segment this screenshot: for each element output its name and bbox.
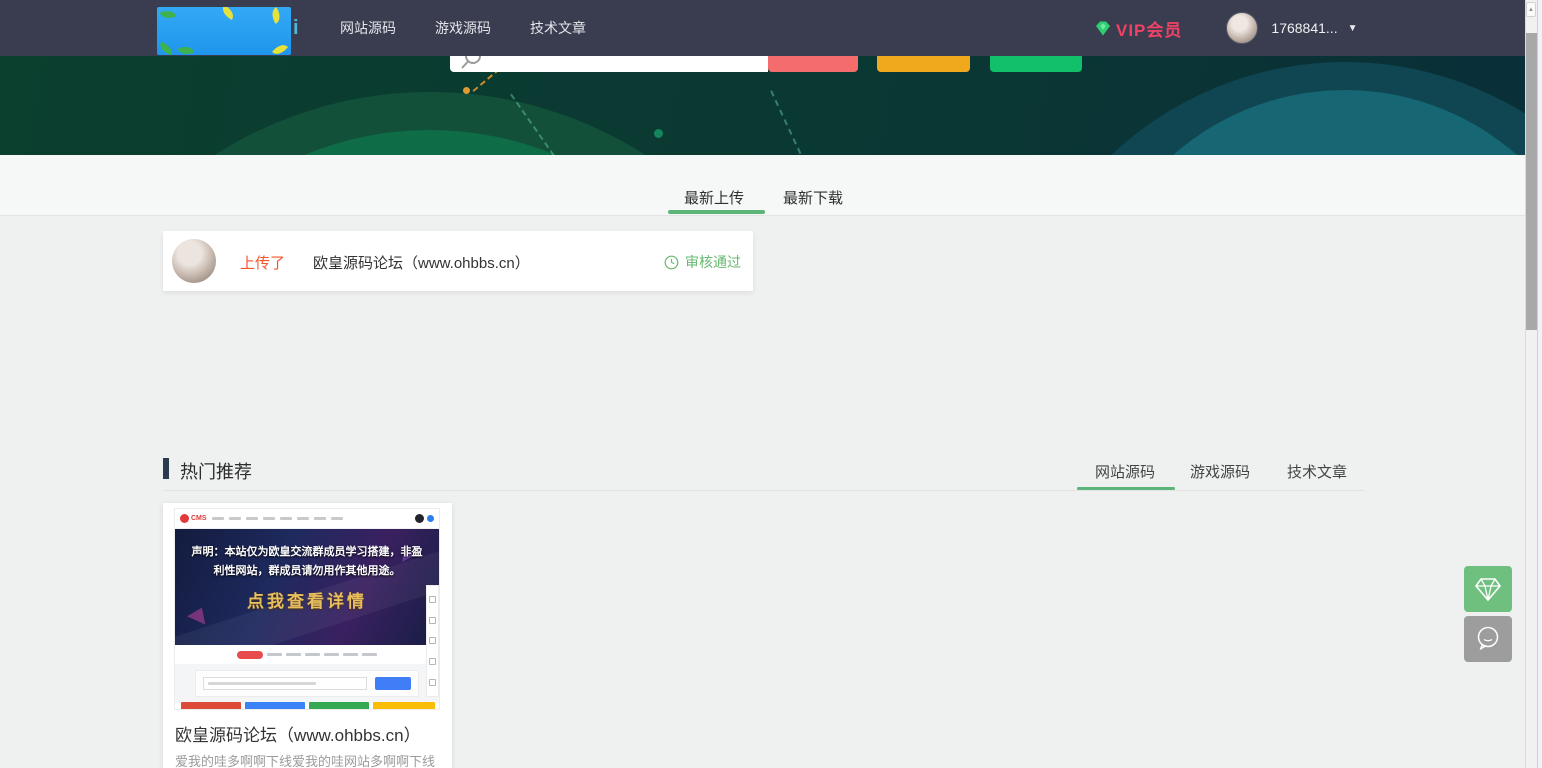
review-status-label: 审核通过 [685, 252, 741, 272]
thumb-navlink [280, 517, 292, 520]
recommendation-card[interactable]: CMS 声明：本站仅为欧皇交流群成员学习搭建，非盈利性网站，群成员请勿用作其他用… [163, 503, 452, 768]
thumb-hot-badge [237, 651, 263, 659]
thumb-avatar-icon [415, 514, 424, 523]
leaf-decoration [272, 41, 288, 55]
thumb-bar-red [181, 702, 241, 710]
thumb-qq-icon [427, 515, 434, 522]
thumb-navlink [263, 517, 275, 520]
upload-title[interactable]: 欧皇源码论坛（www.ohbbs.cn） [313, 252, 530, 273]
thumb-navlink [246, 517, 258, 520]
uploader-avatar [172, 239, 216, 283]
thumb-link [362, 653, 377, 656]
hot-tab-tech-articles[interactable]: 技术文章 [1287, 461, 1347, 482]
user-avatar[interactable] [1226, 12, 1258, 44]
thumb-nav-icons [415, 514, 434, 523]
hot-tab-website-source[interactable]: 网站源码 [1095, 461, 1155, 482]
thumb-navlink [229, 517, 241, 520]
hot-section-title: 热门推荐 [180, 458, 252, 484]
chat-float-button[interactable] [1464, 616, 1512, 662]
hero-yellow-button[interactable] [877, 56, 970, 72]
thumb-navlink [314, 517, 326, 520]
chat-icon [1473, 624, 1503, 654]
leaf-decoration [178, 44, 194, 55]
thumb-banner-text: 声明：本站仅为欧皇交流群成员学习搭建，非盈利性网站，群成员请勿用作其他用途。 [175, 543, 439, 580]
window-edge [1537, 0, 1542, 768]
thumb-link [324, 653, 339, 656]
diamond-icon [1472, 574, 1504, 604]
thumb-link [343, 653, 358, 656]
leaf-decoration [160, 8, 176, 21]
hero-green-button[interactable] [990, 56, 1082, 72]
hero-banner [0, 56, 1528, 155]
feed-tabstrip: 最新上传 最新下载 [0, 155, 1528, 216]
thumb-bar-green [309, 702, 369, 710]
section-divider [163, 490, 1365, 491]
leaf-decoration [269, 7, 284, 24]
thumb-side-toolbar [426, 585, 439, 697]
nav-item-website-source[interactable]: 网站源码 [340, 18, 396, 38]
dot-decoration [463, 87, 470, 94]
upload-action-label: 上传了 [240, 252, 285, 273]
thumb-search-button [375, 677, 411, 690]
hot-section-header: 热门推荐 网站源码 游戏源码 技术文章 [163, 450, 1365, 490]
feed-list-item[interactable]: 上传了 欧皇源码论坛（www.ohbbs.cn） 审核通过 [163, 231, 753, 291]
vip-label: VIP会员 [1116, 16, 1182, 41]
dashed-line-decoration [770, 90, 806, 155]
thumb-bar-blue [245, 702, 305, 710]
header-right: VIP会员 1768841... ▼ [1093, 0, 1357, 56]
leaf-decoration [220, 7, 237, 20]
nav-item-tech-articles[interactable]: 技术文章 [530, 18, 586, 38]
thumb-bar-yellow [373, 702, 435, 710]
thumb-category-bars [181, 702, 435, 710]
vip-link[interactable]: VIP会员 [1093, 16, 1182, 41]
thumb-link [286, 653, 301, 656]
main-nav: 网站源码 游戏源码 技术文章 [340, 0, 586, 56]
username-label[interactable]: 1768841... [1271, 20, 1337, 36]
top-header: i 网站源码 游戏源码 技术文章 VIP会员 1768841... ▼ [0, 0, 1528, 56]
section-title-bar [163, 458, 169, 479]
hot-tab-game-source[interactable]: 游戏源码 [1190, 461, 1250, 482]
thumb-navbar: CMS [175, 509, 439, 529]
thumb-navlink [331, 517, 343, 520]
search-icon [458, 56, 484, 72]
review-status-badge: 审核通过 [664, 252, 741, 272]
vip-float-button[interactable] [1464, 566, 1512, 612]
thumb-navlink [212, 517, 224, 520]
clock-icon [664, 255, 679, 270]
card-description: 爱我的哇多啊啊下线爱我的哇网站多啊啊下线 [175, 751, 435, 768]
thumb-logo-text: CMS [191, 515, 207, 522]
leaf-decoration [158, 42, 174, 55]
thumb-banner: 声明：本站仅为欧皇交流群成员学习搭建，非盈利性网站，群成员请勿用作其他用途。 点… [175, 529, 439, 645]
site-logo[interactable] [157, 7, 291, 55]
active-tab-underline [668, 210, 765, 214]
dot-decoration [654, 129, 663, 138]
thumb-navlink [297, 517, 309, 520]
site-thumbnail[interactable]: CMS 声明：本站仅为欧皇交流群成员学习搭建，非盈利性网站，群成员请勿用作其他用… [174, 508, 440, 710]
chevron-down-icon[interactable]: ▼ [1348, 23, 1358, 34]
thumb-search-area [175, 664, 439, 703]
thumb-link [267, 653, 282, 656]
tab-latest-uploads[interactable]: 最新上传 [684, 187, 744, 208]
scrollbar-thumb[interactable] [1526, 33, 1537, 330]
vip-diamond-icon [1093, 19, 1113, 38]
thumb-search-box [195, 670, 419, 697]
thumb-logo-icon [180, 514, 189, 523]
search-input[interactable] [450, 56, 768, 72]
thumb-search-input [203, 677, 367, 690]
tab-latest-downloads[interactable]: 最新下载 [783, 187, 843, 208]
thumb-link [305, 653, 320, 656]
thumb-links-row [175, 645, 439, 664]
scrollbar-up-button[interactable]: ▲ [1526, 2, 1536, 17]
search-button[interactable] [768, 56, 858, 72]
card-title[interactable]: 欧皇源码论坛（www.ohbbs.cn） [175, 721, 421, 746]
logo-text-fragment: i [293, 17, 299, 40]
thumb-banner-cta: 点我查看详情 [175, 587, 439, 612]
nav-item-game-source[interactable]: 游戏源码 [435, 18, 491, 38]
